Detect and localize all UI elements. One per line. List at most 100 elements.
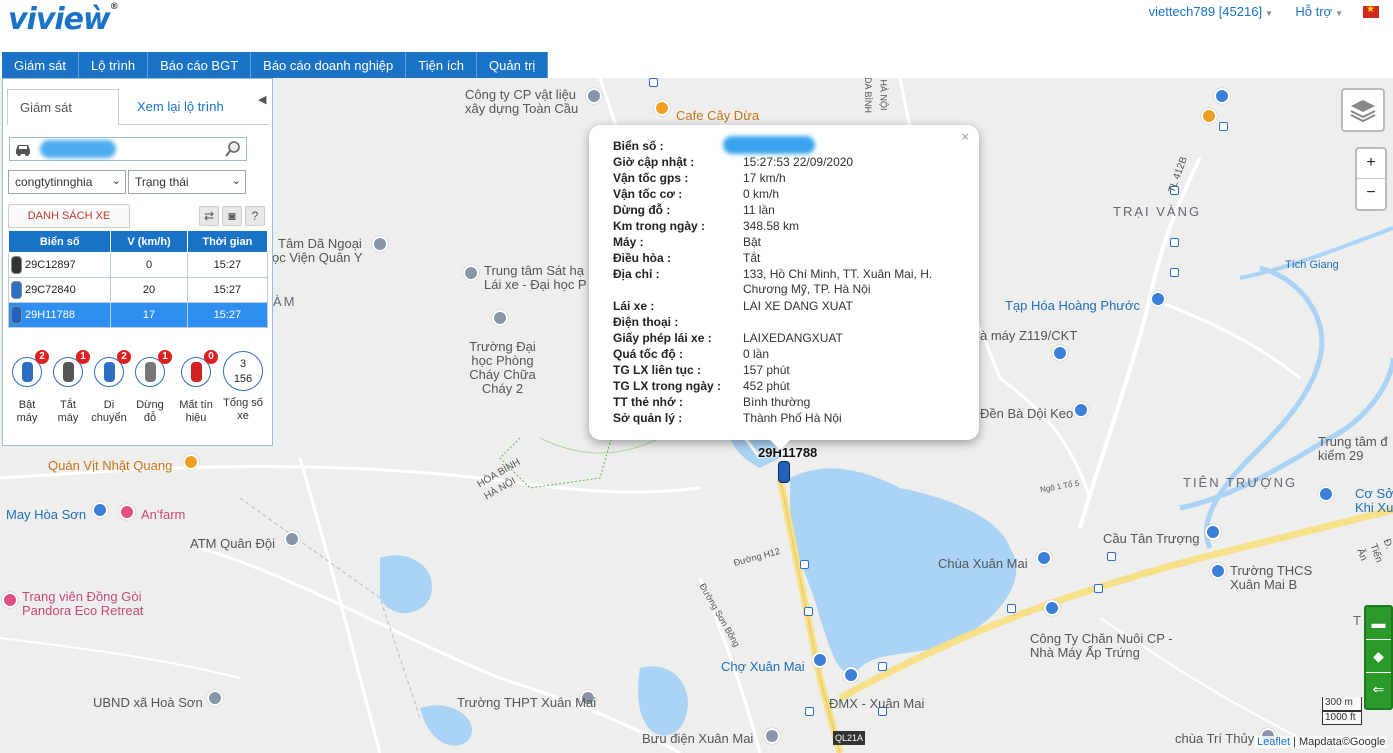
post-office-icon[interactable] [764,728,780,744]
car-icon [16,145,30,156]
vietnam-flag-icon[interactable]: ★ [1363,4,1379,18]
search-icon[interactable] [224,140,242,158]
car-icon [11,306,22,324]
car-icon [11,256,22,274]
shop-icon[interactable] [92,502,108,518]
map-label: Công ty CP vật liệu xây dựng Toàn Cầu [465,87,579,116]
school-icon[interactable] [1210,563,1226,579]
stat-signal-lost[interactable]: 0 Mất tín hiệu [176,350,218,425]
collapse-panel-icon[interactable]: ◀ [258,93,266,106]
warning-sign-icon[interactable]: ◆ [1366,640,1391,673]
main-nav: Giám sát Lộ trình Báo cáo BGT Báo cáo do… [2,52,549,78]
cafe-icon[interactable] [654,100,670,116]
bus-stop-icon[interactable] [878,662,887,671]
car-filter-icon[interactable]: ◙ [222,206,242,226]
zoom-out-button[interactable]: − [1357,179,1385,209]
bus-stop-icon[interactable] [804,607,813,616]
map-label: à máy Z119/CKT [980,328,1078,343]
stat-engine-off[interactable]: 1 Tắt máy [48,350,90,425]
vivie-logo[interactable]: vivieẁ® [8,2,119,37]
status-select[interactable]: Trạng thái ⌄ [128,170,246,194]
chevron-down-icon: ▼ [1335,9,1343,18]
bus-stop-icon[interactable] [1107,552,1116,561]
atm-icon[interactable] [284,531,300,547]
nav-utilities[interactable]: Tiện ích [406,52,478,78]
shop-icon[interactable] [1318,486,1334,502]
shop-icon[interactable] [1150,291,1166,307]
table-row[interactable]: 29C72840 20 15:27 [7,277,269,303]
stat-total-vehicles[interactable]: 3 156 Tổng số xe [223,351,263,423]
car-parked-icon [145,362,156,382]
map-label: Trường THCS Xuân Mai B [1230,563,1313,592]
map-label: Công Ty Chăn Nuôi CP - Nhà Máy Ấp Trứng [1030,631,1173,660]
bus-stop-icon[interactable] [649,78,658,87]
bus-stop-icon[interactable] [800,560,809,569]
shop-icon[interactable] [843,667,859,683]
company-select[interactable]: congtytinnghia ⌄ [8,170,126,194]
col-plate[interactable]: Biển số [7,230,112,253]
map-marker-icon[interactable] [1052,345,1068,361]
nav-report-bgt[interactable]: Báo cáo BGT [148,52,252,78]
table-row-selected[interactable]: 29H11788 17 15:27 [7,302,269,328]
shop-icon[interactable] [812,652,828,668]
col-time[interactable]: Thời gian [186,230,269,253]
map-label: chùa Trí Thủy [1175,731,1255,746]
table-row[interactable]: 29C12897 0 15:27 [7,252,269,278]
refresh-icon[interactable]: ⇄ [199,206,219,226]
restaurant-icon[interactable] [1201,108,1217,124]
chevron-down-icon: ⌄ [111,175,121,187]
tab-monitor[interactable]: Giám sát [7,89,119,125]
leaflet-link[interactable]: Leaflet [1257,736,1290,748]
nav-monitor[interactable]: Giám sát [2,52,80,78]
map-label: ATM Quân Đội [190,536,276,551]
tab-replay-route[interactable]: Xem lại lộ trình [125,89,236,125]
bus-stop-icon[interactable] [1170,238,1179,247]
vehicle-info-popup: × Biển số : Giờ cập nhật :15:27:53 22/09… [589,125,979,450]
school-icon[interactable] [463,265,479,281]
restaurant-icon[interactable] [183,454,199,470]
close-icon[interactable]: × [961,129,969,144]
map-label: May Hòa Sơn [6,507,87,522]
stat-moving[interactable]: 2 Di chuyển [89,350,131,425]
resort-icon[interactable] [2,592,18,608]
nav-admin[interactable]: Quản trị [477,52,549,78]
nav-report-business[interactable]: Báo cáo doanh nghiệp [251,52,407,78]
vehicle-list-button[interactable]: DANH SÁCH XE [8,204,130,228]
vehicle-tool-icon[interactable]: ▬ [1366,607,1391,640]
map-label: UBND xã Hoà Sơn [93,695,203,710]
map-label: TRẠI VÀNG [1113,204,1202,219]
map-layers-button[interactable] [1341,88,1385,132]
vehicle-search-box [9,137,247,161]
car-moving-icon [104,362,115,382]
user-account-menu[interactable]: viettech789 [45216] ▼ [1149,4,1273,19]
map-label: Chợ Xuân Mai [721,659,805,674]
temple-icon[interactable] [1036,550,1052,566]
bus-stop-icon[interactable] [1219,122,1228,131]
bus-stop-icon[interactable] [1170,268,1179,277]
vehicle-marker-car-icon[interactable] [778,461,790,483]
government-icon[interactable] [207,690,223,706]
map-marker-icon[interactable] [372,236,388,252]
farm-icon[interactable] [119,504,135,520]
temple-icon[interactable] [1073,402,1089,418]
zoom-in-button[interactable]: + [1357,149,1385,179]
col-speed[interactable]: V (km/h) [110,230,188,253]
bus-stop-icon[interactable] [1094,584,1103,593]
map-label: Đền Bà Dội Keo [980,406,1074,421]
stat-engine-on[interactable]: 2 Bật máy [7,350,49,425]
nav-route[interactable]: Lộ trình [79,52,149,78]
map-label: DA BÌNH [863,78,874,114]
help-icon[interactable]: ? [245,206,265,226]
stat-parked[interactable]: 1 Dừng đỗ [130,350,172,425]
map-label: ọc Viện Quân Y [272,250,363,265]
back-arrow-icon[interactable]: ⇐ [1366,673,1391,706]
map-label: Bưu điện Xuân Mai [642,731,754,746]
map-marker-icon[interactable] [1044,600,1060,616]
bus-stop-icon[interactable] [805,707,814,716]
car-engine-off-icon [63,362,74,382]
bridge-icon[interactable] [1205,524,1221,540]
help-menu[interactable]: Hỗ trợ ▼ [1295,4,1343,19]
bus-stop-icon[interactable] [1007,604,1016,613]
shop-icon[interactable] [1214,88,1230,104]
school-icon[interactable] [492,310,508,326]
